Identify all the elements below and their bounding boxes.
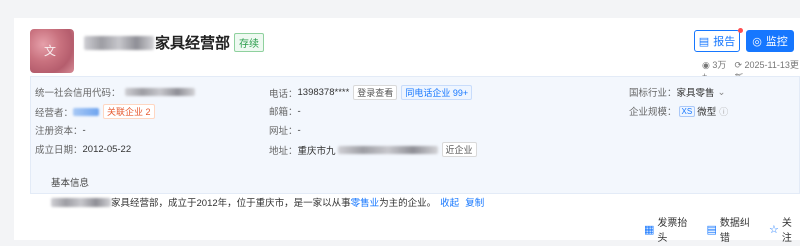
monitor-icon: ◎ [752,35,762,48]
star-icon: ☆ [768,223,779,236]
report-button[interactable]: ▤ 报告 [694,30,740,52]
scale-label: 企业规模： [629,107,677,118]
company-intro: 家具经营部，成立于2012年，位于重庆市，是一家以从事 零售业 为主的企业。 收… [51,195,484,209]
website-value: - [297,124,301,136]
chevron-down-icon[interactable]: ⌄ [718,87,726,98]
scale-value: 微型 [697,107,717,118]
founded-label: 成立日期： [35,145,83,156]
website-label: 网址： [269,126,298,137]
capital-value: - [82,124,86,136]
logo-glyph-icon: 文 [44,44,57,58]
operator-redacted[interactable] [73,107,100,116]
invoice-icon: ▦ [644,223,655,236]
operator-label: 经营者： [35,107,74,119]
credit-code-label: 统一社会信用代码： [35,88,121,99]
monitor-label: 监控 [765,36,788,48]
company-logo: 文 [30,29,74,73]
founded-field: 成立日期： 2012-05-22 [35,142,132,157]
intro-redacted [51,197,111,207]
follow-button[interactable]: ☆ 关注 [769,214,800,244]
related-company-tag[interactable]: 关联企业 2 [103,104,155,119]
scale-badge: XS [678,105,696,117]
page-top-strip [0,0,800,12]
title-row: 家具经营部 存续 [84,32,265,53]
collapse-link[interactable]: 收起 [440,195,459,209]
correction-button[interactable]: ▤ 数据纠错 [706,214,756,244]
email-label: 邮箱： [269,107,298,118]
phone-label: 电话： [269,88,298,100]
company-card: 文 家具经营部 存续 ▤ 报告 ◎ 监控 ◉ 3万+ ⟳ 2025-11-13更… [14,18,800,244]
company-name[interactable]: 家具经营部 [155,32,230,53]
intro-text: 家具经营部，成立于2012年，位于重庆市，是一家以从事 [111,198,351,209]
credit-code-redacted [124,88,195,96]
correction-icon: ▤ [706,223,717,236]
phone-value: 1398378**** [297,87,350,98]
footer-actions: ▦ 发票抬头 ▤ 数据纠错 ☆ 关注 [644,214,800,244]
invoice-button[interactable]: ▦ 发票抬头 [644,214,694,244]
invoice-label: 发票抬头 [657,218,688,244]
phone-login-button[interactable]: 登录查看 [353,85,398,100]
monitor-button[interactable]: ◎ 监控 [746,30,794,52]
copy-link[interactable]: 复制 [465,195,484,209]
correction-label: 数据纠错 [719,218,750,244]
operator-field: 经营者： 关联企业 2 [35,104,155,119]
notification-dot [738,28,743,33]
help-icon[interactable]: ⓘ [719,105,728,118]
credit-code-field: 统一社会信用代码： [35,85,195,99]
industry-label: 国标行业： [629,88,677,99]
section-title: 基本信息 [51,178,90,189]
report-icon: ▤ [698,35,710,48]
email-value: - [297,105,301,117]
email-field: 邮箱： - [269,104,301,119]
report-label: 报告 [713,36,736,48]
capital-field: 注册资本： - [35,123,86,138]
industry-link[interactable]: 零售业 [351,195,380,209]
founded-value: 2012-05-22 [82,143,132,155]
follow-label: 关注 [781,218,792,244]
same-phone-tag[interactable]: 同电话企业 99+ [401,85,473,100]
address-value: 重庆市九 [297,145,336,157]
capital-label: 注册资本： [35,126,83,137]
intro-text-end: 为主的企业。 [379,198,437,209]
nearby-company-tag[interactable]: 近企业 [441,142,477,157]
industry-field: 国标行业： 家具零售 ⌄ [629,85,726,100]
status-badge: 存续 [234,33,265,52]
website-field: 网址： - [269,123,301,138]
scale-field: 企业规模： XS 微型 ⓘ [629,104,728,118]
industry-value: 家具零售 [676,88,715,99]
redacted-name [84,35,154,50]
phone-field: 电话： 1398378**** 登录查看 同电话企业 99+ [269,85,473,100]
address-field: 地址： 重庆市九 近企业 [269,142,477,157]
address-redacted [337,145,438,154]
info-box: 统一社会信用代码： 经营者： 关联企业 2 注册资本： - 成立日期： 2012… [30,76,800,209]
address-label: 地址： [269,145,298,157]
